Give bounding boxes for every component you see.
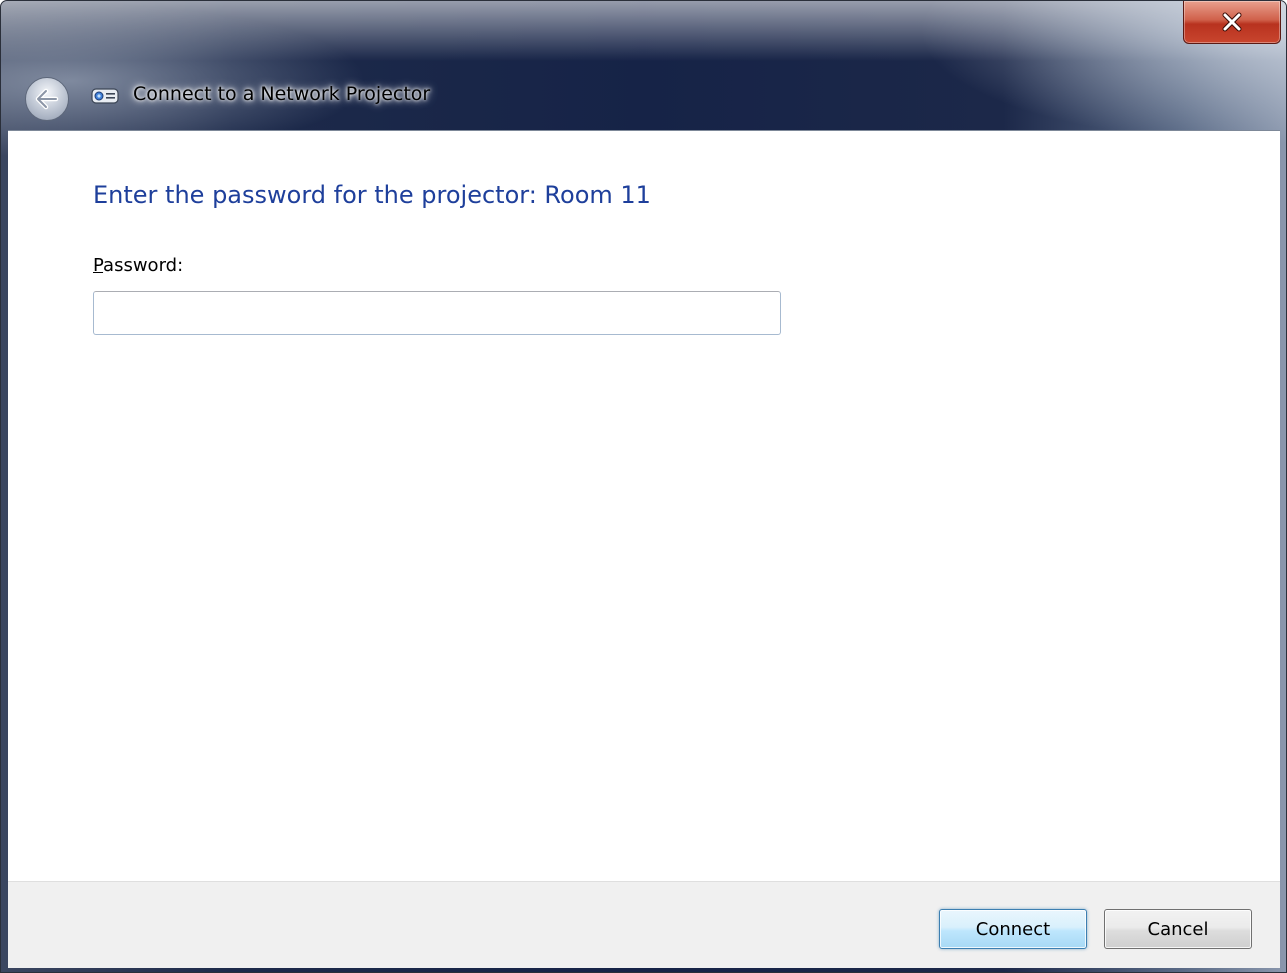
dialog-content: Enter the password for the projector: Ro… (8, 130, 1280, 881)
close-button[interactable] (1183, 1, 1281, 44)
dialog-window: Connect to a Network Projector Enter the… (0, 0, 1287, 973)
dialog-footer: Connect Cancel (8, 881, 1280, 968)
window-title: Connect to a Network Projector (133, 83, 431, 105)
back-button[interactable] (25, 77, 69, 121)
connect-button[interactable]: Connect (939, 909, 1087, 949)
close-icon (1222, 12, 1242, 32)
password-label-accelerator: P (93, 255, 104, 276)
password-label: Password: (93, 255, 183, 276)
page-heading: Enter the password for the projector: Ro… (93, 181, 651, 209)
back-arrow-icon (35, 88, 59, 110)
password-input[interactable] (93, 291, 781, 335)
cancel-button[interactable]: Cancel (1104, 909, 1252, 949)
projector-icon (91, 88, 119, 104)
password-label-text: assword: (103, 255, 184, 276)
